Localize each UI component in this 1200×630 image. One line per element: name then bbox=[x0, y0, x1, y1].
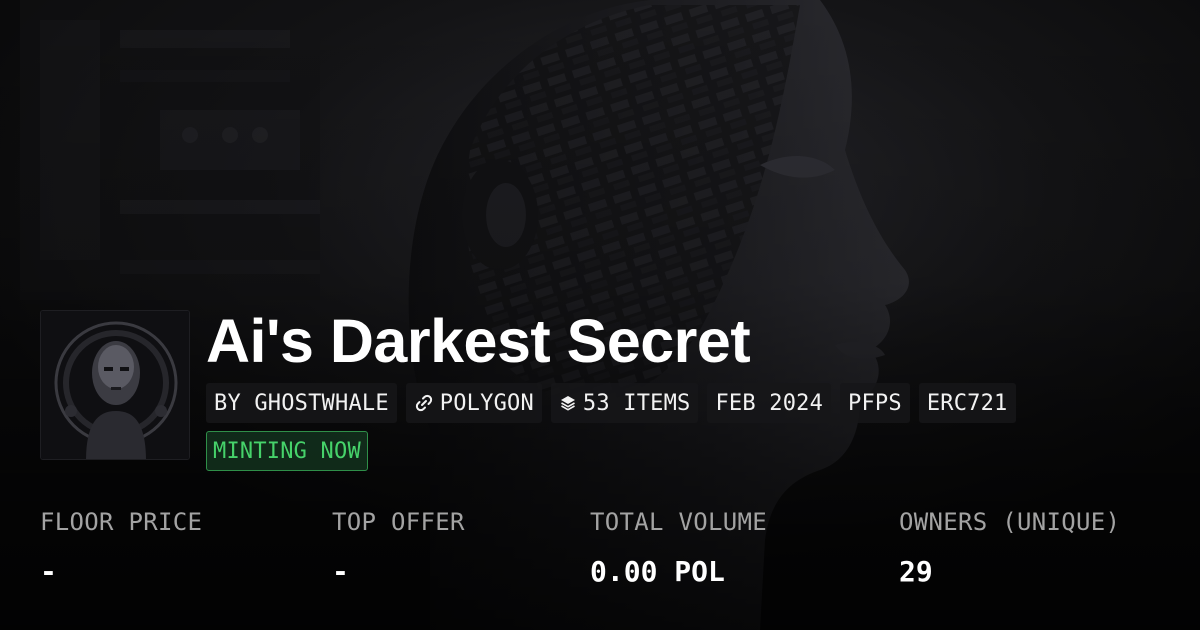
chain-label: POLYGON bbox=[439, 390, 534, 416]
stat-total-volume: TOTAL VOLUME 0.00 POL bbox=[590, 505, 767, 589]
items-tag: 53 ITEMS bbox=[550, 383, 699, 423]
stat-top-offer: TOP OFFER - bbox=[332, 505, 465, 589]
creator-label: BY GHOSTWHALE bbox=[214, 390, 389, 416]
stat-label: TOTAL VOLUME bbox=[590, 508, 767, 536]
category-tag[interactable]: PFPS bbox=[840, 383, 910, 423]
stat-value: - bbox=[332, 555, 349, 588]
minting-status-label: MINTING NOW bbox=[213, 438, 361, 464]
standard-tag: ERC721 bbox=[918, 383, 1016, 423]
stat-label: FLOOR PRICE bbox=[40, 508, 203, 536]
stat-label: OWNERS (UNIQUE) bbox=[899, 508, 1121, 536]
collection-title: Ai's Darkest Secret bbox=[206, 307, 751, 375]
collection-banner: Ai's Darkest Secret BY GHOSTWHALE POLYGO… bbox=[0, 0, 1200, 630]
collection-avatar bbox=[40, 310, 190, 460]
collection-tags: BY GHOSTWHALE POLYGON 53 ITEMS FEB 2024 … bbox=[206, 383, 1016, 423]
stat-label: TOP OFFER bbox=[332, 508, 465, 536]
creator-tag[interactable]: BY GHOSTWHALE bbox=[206, 383, 397, 423]
layers-icon bbox=[559, 394, 577, 412]
date-tag: FEB 2024 bbox=[707, 383, 832, 423]
avatar-image bbox=[41, 311, 189, 459]
category-label: PFPS bbox=[848, 390, 902, 416]
link-icon bbox=[414, 393, 434, 413]
stat-value: 0.00 POL bbox=[590, 555, 725, 588]
chain-tag[interactable]: POLYGON bbox=[405, 383, 542, 423]
standard-label: ERC721 bbox=[926, 390, 1008, 416]
stat-value: - bbox=[40, 555, 57, 588]
date-label: FEB 2024 bbox=[715, 390, 824, 416]
stat-floor-price: FLOOR PRICE - bbox=[40, 505, 202, 589]
stat-value: 29 bbox=[899, 555, 933, 588]
items-label: 53 ITEMS bbox=[582, 390, 691, 416]
stat-owners: OWNERS (UNIQUE) 29 bbox=[899, 505, 1120, 589]
minting-status-badge: MINTING NOW bbox=[206, 431, 368, 471]
